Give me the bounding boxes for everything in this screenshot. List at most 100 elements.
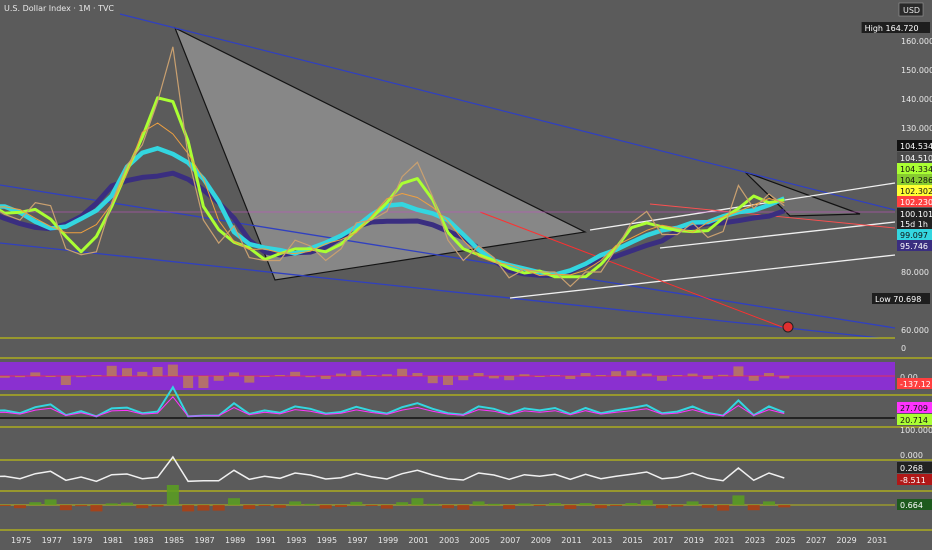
panel4-bar <box>564 505 577 509</box>
chart-canvas: U.S. Dollar Index · 1M · TVC USD 160.000… <box>0 0 932 550</box>
panel1-bar <box>657 376 667 381</box>
y-tick-label: 0 <box>901 344 906 353</box>
panel1-bar <box>274 375 285 376</box>
panel4-bar <box>472 501 485 505</box>
panel4-bar <box>533 505 546 506</box>
price-label: 104.286 <box>900 176 932 185</box>
panel4-bar <box>44 499 57 505</box>
panel4-bar <box>182 505 195 512</box>
y-tick-label: 140.000 <box>901 95 932 104</box>
panel4-bar <box>380 505 393 509</box>
x-tick-label: 2021 <box>714 536 734 545</box>
panel4-bar <box>656 505 668 509</box>
x-tick-label: 2019 <box>684 536 704 545</box>
x-tick-label: 1987 <box>194 536 214 545</box>
price-label: 104.334 <box>900 165 932 174</box>
panel1-bar <box>91 375 102 376</box>
panel1-bar <box>718 374 729 376</box>
chart-root: U.S. Dollar Index · 1M · TVC USD 160.000… <box>0 0 932 550</box>
x-tick-label: 2011 <box>561 536 581 545</box>
x-tick-label: 2027 <box>806 536 826 545</box>
panel1-bar <box>45 376 56 377</box>
panel1-bar <box>305 376 316 378</box>
panel4-bar <box>732 495 745 505</box>
panel4-bar <box>90 505 103 512</box>
x-tick-label: 2023 <box>745 536 765 545</box>
panel4-bar <box>75 505 88 507</box>
panel4-bar <box>304 503 317 505</box>
panel4-bar <box>701 505 714 508</box>
panel1-bar <box>60 376 71 385</box>
panel4-bar <box>273 505 286 508</box>
x-tick-label: 1983 <box>133 536 153 545</box>
x-tick-label: 1985 <box>164 536 184 545</box>
price-label: High 164.720 <box>865 24 919 33</box>
panel1-bar <box>198 376 209 388</box>
panel1-bar <box>76 376 87 378</box>
panel4-bar <box>640 500 653 505</box>
panel1-bar <box>259 376 270 377</box>
y-tick-label: 160.000 <box>901 37 932 46</box>
panel4-bar <box>228 498 240 505</box>
indicator-panel-1 <box>0 357 932 396</box>
x-tick-label: 2015 <box>622 536 642 545</box>
panel4-bar <box>518 503 531 505</box>
panel4-bar <box>594 505 607 509</box>
panel4-bar <box>243 505 256 509</box>
time-axis: 1975 1977 1979 1981 1983 1985 1987 1989 1991 1993… <box>11 536 887 545</box>
y-tick-label: 130.000 <box>901 124 932 133</box>
panel1-bar <box>580 373 591 376</box>
y-tick-label: 80.000 <box>901 268 929 277</box>
panel4-bar <box>258 505 271 506</box>
panel3-value1: 0.268 <box>900 464 923 473</box>
price-label: Low 70.698 <box>875 295 921 304</box>
panel1-bar <box>15 376 25 378</box>
panel1-bar <box>611 371 622 376</box>
x-tick-label: 2013 <box>592 536 612 545</box>
panel4-value: 0.664 <box>900 501 923 510</box>
panel4-bar <box>457 505 470 510</box>
panel1-bar <box>351 370 362 376</box>
panel1-bar <box>626 370 637 376</box>
panel1-bar <box>229 372 239 376</box>
y-tick-label: 60.000 <box>901 326 929 335</box>
panel1-bar <box>595 375 606 376</box>
x-tick-label: 1995 <box>317 536 337 545</box>
panel2-value1: 27.709 <box>900 404 928 413</box>
x-tick-label: 1993 <box>286 536 306 545</box>
panel4-bar <box>549 503 561 505</box>
x-tick-label: 2025 <box>775 536 795 545</box>
panel4-bar <box>212 505 225 511</box>
panel4-bar <box>289 501 302 505</box>
panel4-bar <box>121 502 133 505</box>
panel3-tick: 0.000 <box>900 451 923 460</box>
panel4-bar <box>365 505 378 506</box>
panel1-bar <box>320 376 331 379</box>
panel1-bar <box>519 374 530 376</box>
panel1-bar <box>672 375 683 376</box>
x-tick-label: 1981 <box>103 536 123 545</box>
x-tick-label: 2031 <box>867 536 887 545</box>
panel1-bar <box>244 376 255 383</box>
panel4-bar <box>579 503 592 505</box>
panel1-bar <box>473 373 484 376</box>
panel1-bar <box>779 376 790 379</box>
panel1-bar <box>366 375 377 376</box>
panel1-bar <box>30 372 41 376</box>
panel1-bar <box>733 366 744 376</box>
y-tick-label: 150.000 <box>901 66 932 75</box>
panel4-bar <box>610 505 623 506</box>
panel4-bar <box>717 505 730 511</box>
x-tick-label: 1979 <box>72 536 92 545</box>
price-label: 100.101 <box>900 210 932 219</box>
x-tick-label: 2007 <box>500 536 520 545</box>
panel4-bar <box>747 505 760 511</box>
panel4-bar <box>426 503 439 505</box>
x-tick-label: 1989 <box>225 536 245 545</box>
panel1-bar <box>504 376 515 381</box>
panel1-bar <box>641 373 652 376</box>
panel4-bar <box>151 505 164 507</box>
panel1-bar <box>412 373 423 376</box>
panel4-bar <box>625 503 638 505</box>
panel1-bar <box>381 374 392 376</box>
